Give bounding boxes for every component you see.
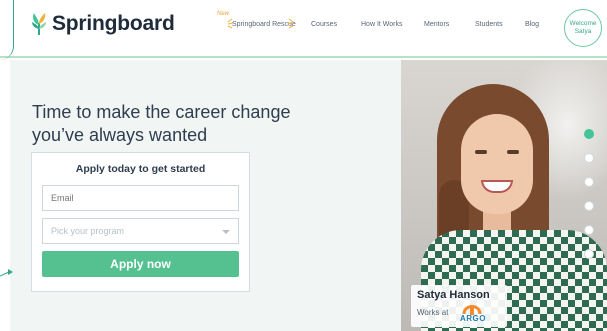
testimonial-caption: Satya Hanson Works at ARGO xyxy=(411,285,507,327)
nav-courses[interactable]: Courses xyxy=(311,21,337,28)
carousel-dot-4[interactable] xyxy=(584,201,594,211)
program-select-placeholder: Pick your program xyxy=(51,226,125,236)
chevron-down-icon xyxy=(222,230,230,234)
brand-name: Springboard xyxy=(52,12,175,35)
photo-eye-left xyxy=(475,150,487,154)
carousel-dot-1[interactable] xyxy=(584,129,594,139)
decorative-curve xyxy=(0,0,14,60)
testimonial-works-at: Works at xyxy=(417,308,449,317)
welcome-user-button[interactable]: Welcome Satya xyxy=(564,9,602,47)
apply-now-button[interactable]: Apply now xyxy=(42,251,239,277)
welcome-username: Satya xyxy=(574,28,592,35)
welcome-label: Welcome xyxy=(569,20,597,27)
nav-mentors[interactable]: Mentors xyxy=(424,21,449,28)
email-input[interactable] xyxy=(42,185,239,211)
nav-how-it-works[interactable]: How It Works xyxy=(361,21,403,28)
photo-smile xyxy=(481,180,513,193)
carousel-dot-5[interactable] xyxy=(584,225,594,235)
hero-title: Time to make the career change you’ve al… xyxy=(32,102,291,145)
application-form-card: Apply today to get started Pick your pro… xyxy=(31,152,250,292)
sparkle-right-icon xyxy=(287,18,294,29)
nav-blog[interactable]: Blog xyxy=(525,21,539,28)
springboard-logo[interactable]: Springboard xyxy=(30,10,175,38)
carousel-dot-6[interactable] xyxy=(584,249,594,259)
photo-face xyxy=(461,114,533,214)
form-title: Apply today to get started xyxy=(75,163,206,175)
arrow-right-icon xyxy=(0,269,13,277)
carousel-dot-2[interactable] xyxy=(584,153,594,163)
carousel-dot-3[interactable] xyxy=(584,177,594,187)
photo-eye-right xyxy=(507,150,519,154)
new-badge: New xyxy=(217,11,230,17)
springboard-leaf-icon xyxy=(32,13,46,35)
nav-students[interactable]: Students xyxy=(475,21,503,28)
program-select[interactable]: Pick your program xyxy=(42,218,239,244)
testimonial-company: ARGO xyxy=(460,314,486,323)
